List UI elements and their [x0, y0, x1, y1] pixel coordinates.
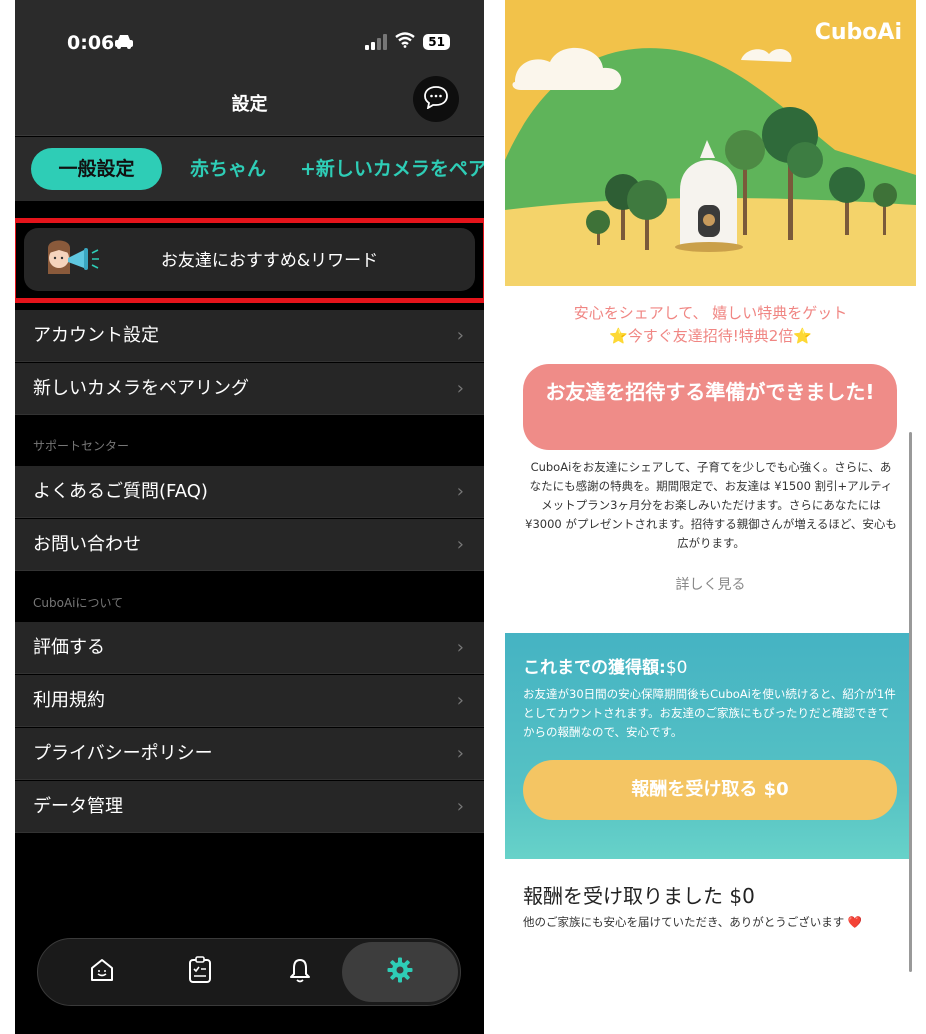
chevron-right-icon: ›	[456, 325, 464, 346]
chevron-right-icon: ›	[456, 690, 464, 711]
received-rewards-title: 報酬を受け取りました $0	[523, 884, 755, 908]
earnings-label: これまでの獲得額:	[523, 658, 666, 678]
menu-item-label: アカウント設定	[33, 325, 159, 346]
earnings-panel: これまでの獲得額:$0 お友達が30日間の安心保障期間後もCuboAiを使い続け…	[505, 633, 911, 859]
scrollbar[interactable]	[909, 432, 912, 972]
tab-settings[interactable]	[342, 942, 458, 1002]
tagline-line-2: ⭐今すぐ友達招待!特典2倍⭐	[609, 327, 812, 345]
earnings-value: $0	[665, 658, 688, 678]
referral-highlight-box: お友達におすすめ&リワード	[15, 218, 484, 303]
menu-item-label: お問い合わせ	[33, 534, 141, 555]
status-time: 0:06	[67, 32, 115, 54]
menu-item-terms[interactable]: 利用規約 ›	[15, 675, 484, 727]
menu-item-faq[interactable]: よくあるご質問(FAQ) ›	[15, 466, 484, 518]
bell-icon	[289, 957, 311, 987]
battery-indicator: 51	[423, 34, 450, 50]
home-icon	[89, 957, 115, 987]
menu-item-label: プライバシーポリシー	[33, 743, 213, 764]
nav-bar: 設定	[15, 76, 484, 136]
chevron-right-icon: ›	[456, 378, 464, 399]
signal-icon	[365, 34, 388, 50]
tab-baby[interactable]: 赤ちゃん	[190, 148, 266, 190]
invite-description: CuboAiをお友達にシェアして、子育てを少しでも心強く。さらに、あなたにも感謝…	[525, 460, 897, 550]
chat-button[interactable]	[413, 76, 459, 122]
tab-general-settings[interactable]: 一般設定	[31, 148, 162, 190]
tagline: 安心をシェアして、 嬉しい特典をゲット ⭐今すぐ友達招待!特典2倍⭐	[505, 302, 916, 348]
menu-item-pair-camera[interactable]: 新しいカメラをペアリング ›	[15, 363, 484, 415]
menu-item-label: よくあるご質問(FAQ)	[33, 481, 208, 502]
chevron-right-icon: ›	[456, 534, 464, 555]
status-bar: 0:06 51	[15, 0, 484, 80]
menu-item-privacy[interactable]: プライバシーポリシー ›	[15, 728, 484, 780]
tab-home[interactable]	[72, 939, 132, 1005]
referral-page: CuboAi 安心をシェアして、 嬉しい特典をゲット ⭐今すぐ友達招待!特典2倍…	[505, 0, 916, 1034]
chevron-right-icon: ›	[456, 481, 464, 502]
chevron-right-icon: ›	[456, 796, 464, 817]
section-header-support: サポートセンター	[33, 439, 130, 453]
settings-tabs: 一般設定 赤ちゃん +新しいカメラをペア	[15, 137, 484, 201]
chat-bubble-icon	[423, 85, 449, 113]
chevron-right-icon: ›	[456, 637, 464, 658]
tab-records[interactable]	[170, 939, 230, 1005]
menu-item-data-management[interactable]: データ管理 ›	[15, 781, 484, 833]
checklist-icon	[188, 956, 212, 988]
bottom-tab-bar	[37, 938, 461, 1006]
tagline-line-1: 安心をシェアして、 嬉しい特典をゲット	[573, 304, 848, 322]
settings-screen: 0:06 51 設定 一般設定 赤ちゃん +新しいカメラをペア お友達におすすめ…	[15, 0, 484, 1034]
referral-label: お友達におすすめ&リワード	[160, 251, 379, 271]
car-icon	[113, 32, 135, 56]
menu-item-account-settings[interactable]: アカウント設定 ›	[15, 310, 484, 362]
gear-icon	[386, 956, 414, 988]
earnings-description: お友達が30日間の安心保障期間後もCuboAiを使い続けると、紹介が1件としてカ…	[523, 687, 896, 739]
menu-item-label: データ管理	[33, 796, 123, 817]
earnings-total: これまでの獲得額:$0	[523, 653, 687, 678]
chevron-right-icon: ›	[456, 743, 464, 764]
referral-rewards-button[interactable]: お友達におすすめ&リワード	[24, 228, 475, 291]
invite-friends-button[interactable]: お友達を招待する準備ができました!	[523, 364, 897, 450]
status-icons: 51	[365, 32, 450, 52]
section-header-about: CuboAiについて	[33, 596, 124, 610]
tab-notifications[interactable]	[270, 939, 330, 1005]
learn-more-link[interactable]: 詳しく見る	[505, 574, 916, 594]
menu-item-label: 利用規約	[33, 690, 105, 711]
hero-illustration: CuboAi	[505, 0, 916, 286]
brand-logo: CuboAi	[814, 20, 902, 45]
received-rewards-description: 他のご家族にも安心を届けていただき、ありがとうございます ❤️	[523, 915, 863, 929]
menu-item-rate[interactable]: 評価する ›	[15, 622, 484, 674]
menu-item-contact[interactable]: お問い合わせ ›	[15, 519, 484, 571]
wifi-icon	[395, 32, 416, 52]
menu-item-label: 新しいカメラをペアリング	[33, 378, 249, 399]
menu-item-label: 評価する	[33, 637, 105, 658]
claim-reward-button[interactable]: 報酬を受け取る $0	[523, 760, 897, 820]
tab-pair-new-camera[interactable]: +新しいカメラをペア	[300, 148, 484, 190]
